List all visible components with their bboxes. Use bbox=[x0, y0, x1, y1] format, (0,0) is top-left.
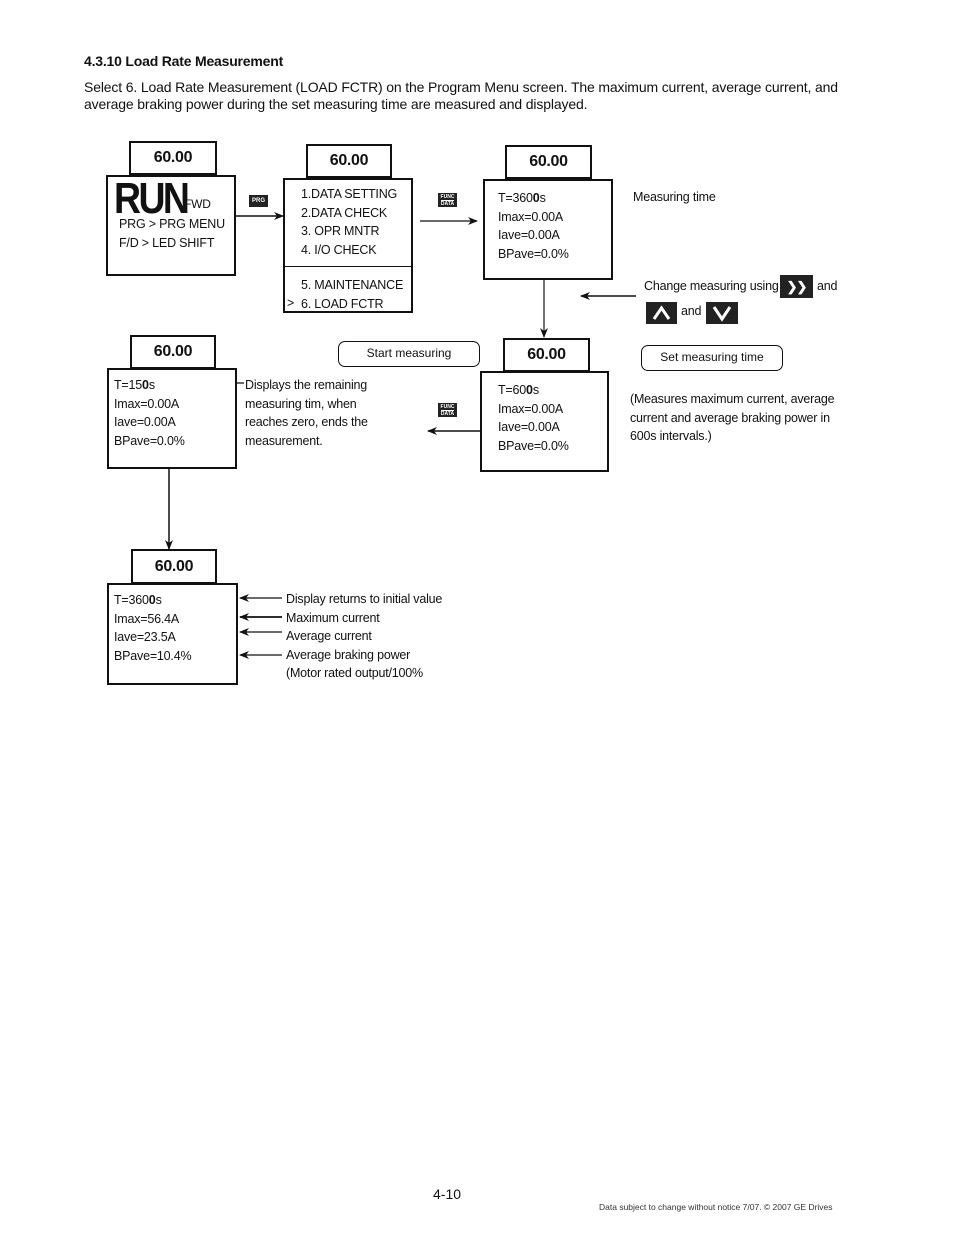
iave-value: Iave=23.5A bbox=[114, 630, 176, 644]
prg-key[interactable]: PRG bbox=[249, 195, 268, 207]
time-value: T=3600s bbox=[114, 593, 162, 607]
shift-key-icon[interactable]: ❯❯ bbox=[780, 275, 813, 298]
footer-notice: Data subject to change without notice 7/… bbox=[599, 1202, 833, 1212]
menu-item[interactable]: 5. MAINTENANCE bbox=[301, 276, 403, 295]
time-value: T=3600s bbox=[498, 191, 546, 205]
result-label: Average braking power bbox=[286, 647, 411, 662]
measuring-screen: T=150s Imax=0.00A Iave=0.00A BPave=0.0% bbox=[107, 368, 237, 469]
run-freq-display: 60.00 bbox=[129, 141, 217, 175]
page-number: 4-10 bbox=[433, 1186, 462, 1202]
bpave-value: BPave=0.0% bbox=[498, 438, 569, 453]
measuring-time-label: Measuring time bbox=[633, 190, 716, 204]
menu-freq-display: 60.00 bbox=[306, 144, 392, 178]
result-label: Display returns to initial value bbox=[286, 592, 443, 606]
time-value: T=150s bbox=[114, 378, 155, 392]
imax-value: Imax=0.00A bbox=[114, 396, 180, 411]
menu-item[interactable]: 3. OPR MNTR bbox=[301, 222, 397, 241]
result-screen: T=3600s Imax=56.4A Iave=23.5A BPave=10.4… bbox=[107, 583, 238, 685]
time-value: T=600s bbox=[498, 383, 539, 397]
up-key-icon[interactable] bbox=[646, 302, 677, 324]
result-label: Maximum current bbox=[286, 610, 380, 625]
run-screen: RUN FWD PRG > PRG MENU F/D > LED SHIFT bbox=[106, 175, 236, 276]
bpave-value: BPave=0.0% bbox=[114, 433, 185, 448]
start-measuring-step: Start measuring bbox=[338, 341, 480, 367]
run-direction: FWD bbox=[184, 197, 211, 211]
menu-item[interactable]: 1.DATA SETTING bbox=[301, 185, 397, 204]
interval-note: (Measures maximum current, average curre… bbox=[630, 392, 835, 443]
menu-divider bbox=[285, 266, 411, 267]
remaining-time-note: Displays the remaining measuring tim, wh… bbox=[245, 378, 368, 448]
iave-value: Iave=0.00A bbox=[498, 420, 560, 434]
bpave-value: BPave=10.4% bbox=[114, 648, 192, 663]
imax-value: Imax=0.00A bbox=[498, 401, 564, 416]
run-line: F/D > LED SHIFT bbox=[119, 235, 215, 250]
func-data-key[interactable]: FUNC DATA bbox=[438, 193, 457, 207]
menu-screen: 1.DATA SETTING 2.DATA CHECK 3. OPR MNTR … bbox=[283, 178, 413, 313]
result-freq-display: 60.00 bbox=[131, 549, 217, 584]
iave-value: Iave=0.00A bbox=[498, 228, 560, 242]
initial-screen: T=3600s Imax=0.00A Iave=0.00A BPave=0.0% bbox=[483, 179, 613, 280]
and-text: and bbox=[681, 304, 702, 318]
settime-screen: T=600s Imax=0.00A Iave=0.00A BPave=0.0% bbox=[480, 371, 609, 472]
and-text: and bbox=[817, 279, 838, 293]
menu-item-selected[interactable]: 6. LOAD FCTR bbox=[301, 295, 403, 314]
bpave-value: BPave=0.0% bbox=[498, 246, 569, 261]
result-label: Average current bbox=[286, 629, 372, 643]
result-label: (Motor rated output/100% bbox=[286, 666, 423, 680]
settime-freq-display: 60.00 bbox=[503, 338, 590, 372]
set-measuring-time-step: Set measuring time bbox=[641, 345, 783, 371]
measuring-freq-display: 60.00 bbox=[130, 335, 216, 369]
initial-freq-display: 60.00 bbox=[505, 145, 592, 179]
down-key-icon[interactable] bbox=[706, 302, 738, 324]
change-measuring-text: Change measuring using bbox=[644, 279, 779, 293]
func-data-key[interactable]: FUNC DATA bbox=[438, 403, 457, 417]
imax-value: Imax=56.4A bbox=[114, 611, 180, 626]
run-line: PRG > PRG MENU bbox=[119, 217, 225, 231]
menu-item[interactable]: 4. I/O CHECK bbox=[301, 241, 397, 260]
iave-value: Iave=0.00A bbox=[114, 415, 176, 429]
run-status: RUN bbox=[114, 174, 190, 223]
menu-cursor: > bbox=[287, 296, 295, 310]
imax-value: Imax=0.00A bbox=[498, 209, 564, 224]
result-labels: Display returns to initial value Maximum… bbox=[286, 590, 442, 683]
menu-item[interactable]: 2.DATA CHECK bbox=[301, 204, 397, 223]
